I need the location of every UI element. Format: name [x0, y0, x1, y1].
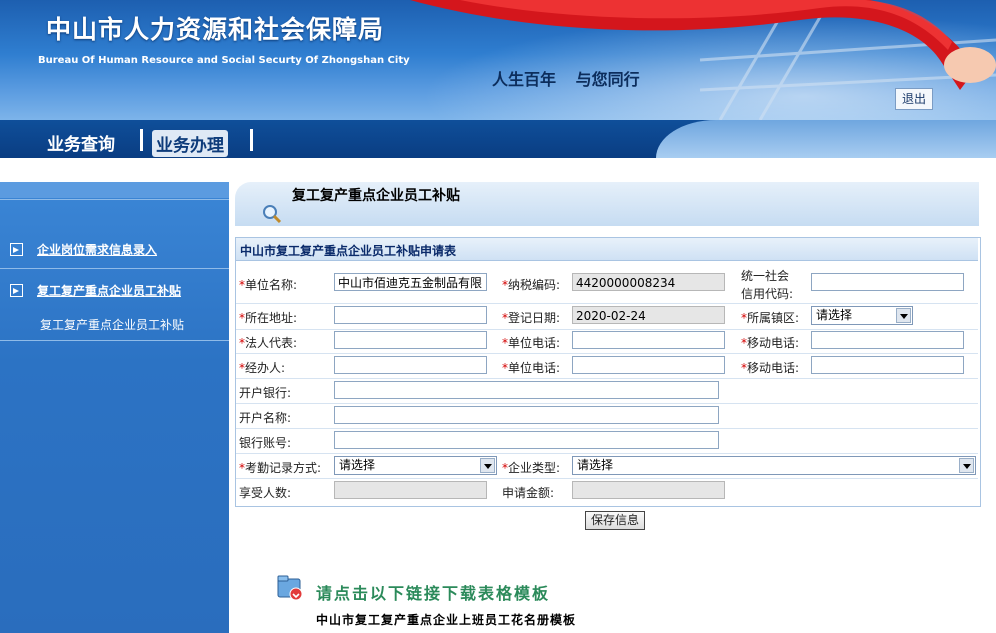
beneficiaries-input[interactable] — [334, 481, 487, 499]
account-no-label: 银行账号: — [239, 436, 292, 450]
folder-download-icon — [277, 575, 303, 601]
row-divider — [236, 478, 978, 479]
sidebar-divider — [0, 268, 229, 269]
chevron-down-icon — [959, 458, 974, 473]
amount-label: 申请金额: — [502, 486, 555, 500]
chevron-down-icon — [896, 308, 911, 323]
account-no-input[interactable] — [334, 431, 719, 449]
nav-curve-decoration — [656, 120, 996, 158]
unit-phone-input[interactable] — [572, 331, 725, 349]
form-title: 中山市复工复产重点企业员工补贴申请表 — [240, 244, 457, 258]
sidebar-item-label: 企业岗位需求信息录入 — [37, 243, 158, 257]
bank-label: 开户银行: — [239, 386, 292, 400]
unit-phone-label: *单位电话: — [502, 336, 561, 350]
district-label: *所属镇区: — [741, 311, 800, 325]
legal-rep-label: *法人代表: — [239, 336, 298, 350]
page-title: 复工复产重点企业员工补贴 — [292, 188, 460, 204]
bank-input[interactable] — [334, 381, 719, 399]
unit-phone-input-2[interactable] — [572, 356, 725, 374]
row-divider — [236, 353, 978, 354]
address-input[interactable] — [334, 306, 487, 324]
sidebar-subitem-subsidy[interactable]: 复工复产重点企业员工补贴 — [40, 316, 184, 333]
company-name-input[interactable]: 中山市佰迪克五金制品有限 — [334, 273, 487, 291]
attendance-select[interactable]: 请选择 — [334, 456, 497, 475]
account-name-input[interactable] — [334, 406, 719, 424]
unit-phone-label-2: *单位电话: — [502, 361, 561, 375]
nav-business-query[interactable]: 业务查询 — [47, 130, 115, 155]
sidebar-item-subsidy[interactable]: 复工复产重点企业员工补贴 — [10, 282, 181, 299]
reg-date-label: *登记日期: — [502, 311, 561, 325]
chevron-down-icon — [480, 458, 495, 473]
magnifier-icon — [263, 205, 282, 224]
sidebar-divider — [0, 199, 229, 200]
nav-business-handle[interactable]: 业务办理 — [152, 130, 228, 157]
form-caption: 中山市复工复产重点企业员工补贴申请表 — [236, 238, 978, 261]
sidebar-item-label: 复工复产重点企业员工补贴 — [37, 284, 182, 298]
tax-no-label: *纳税编码: — [502, 278, 561, 292]
beneficiaries-label: 享受人数: — [239, 486, 292, 500]
row-divider — [236, 329, 978, 330]
bureau-title-en: Bureau Of Human Resource and Social Secu… — [38, 55, 410, 66]
company-name-label: *单位名称: — [239, 278, 298, 292]
row-divider — [236, 453, 978, 454]
account-name-label: 开户名称: — [239, 411, 292, 425]
mobile-input[interactable] — [811, 331, 964, 349]
reg-date-input[interactable]: 2020-02-24 — [572, 306, 725, 324]
slogan: 人生百年 与您同行 — [492, 70, 640, 89]
credit-code-label-line2: 信用代码: — [741, 287, 794, 301]
mobile-input-2[interactable] — [811, 356, 964, 374]
row-divider — [236, 303, 978, 304]
header-banner: 中山市人力资源和社会保障局 Bureau Of Human Resource a… — [0, 0, 996, 120]
address-label: *所在地址: — [239, 311, 298, 325]
row-divider — [236, 428, 978, 429]
handler-label: *经办人: — [239, 361, 286, 375]
mobile-label: *移动电话: — [741, 336, 800, 350]
legal-rep-input[interactable] — [334, 331, 487, 349]
company-type-label: *企业类型: — [502, 461, 561, 475]
sidebar-divider — [0, 340, 229, 341]
attendance-label: *考勤记录方式: — [239, 461, 322, 475]
arrow-box-icon — [10, 284, 23, 297]
row-divider — [236, 403, 978, 404]
row-divider — [236, 378, 978, 379]
company-type-select[interactable]: 请选择 — [572, 456, 976, 475]
amount-input[interactable] — [572, 481, 725, 499]
download-title: 请点击以下链接下载表格模板 — [316, 584, 551, 603]
credit-code-input[interactable] — [811, 273, 964, 291]
arrow-box-icon — [10, 243, 23, 256]
tax-no-input[interactable]: 4420000008234 — [572, 273, 725, 291]
credit-code-label-line1: 统一社会 — [741, 269, 790, 283]
roster-template-link[interactable]: 中山市复工复产重点企业上班员工花名册模板 — [316, 611, 576, 628]
mobile-label-2: *移动电话: — [741, 361, 800, 375]
district-select[interactable]: 请选择 — [811, 306, 913, 325]
bureau-title-cn: 中山市人力资源和社会保障局 — [46, 15, 385, 44]
main-nav: 业务查询 — [0, 120, 996, 158]
logout-button[interactable]: 退出 — [895, 88, 933, 110]
sidebar-item-job-demand[interactable]: 企业岗位需求信息录入 — [10, 241, 157, 258]
handler-input[interactable] — [334, 356, 487, 374]
save-button[interactable]: 保存信息 — [585, 511, 645, 530]
nav-separator — [250, 129, 253, 151]
nav-separator — [140, 129, 143, 151]
sidebar-top-band — [0, 182, 229, 198]
